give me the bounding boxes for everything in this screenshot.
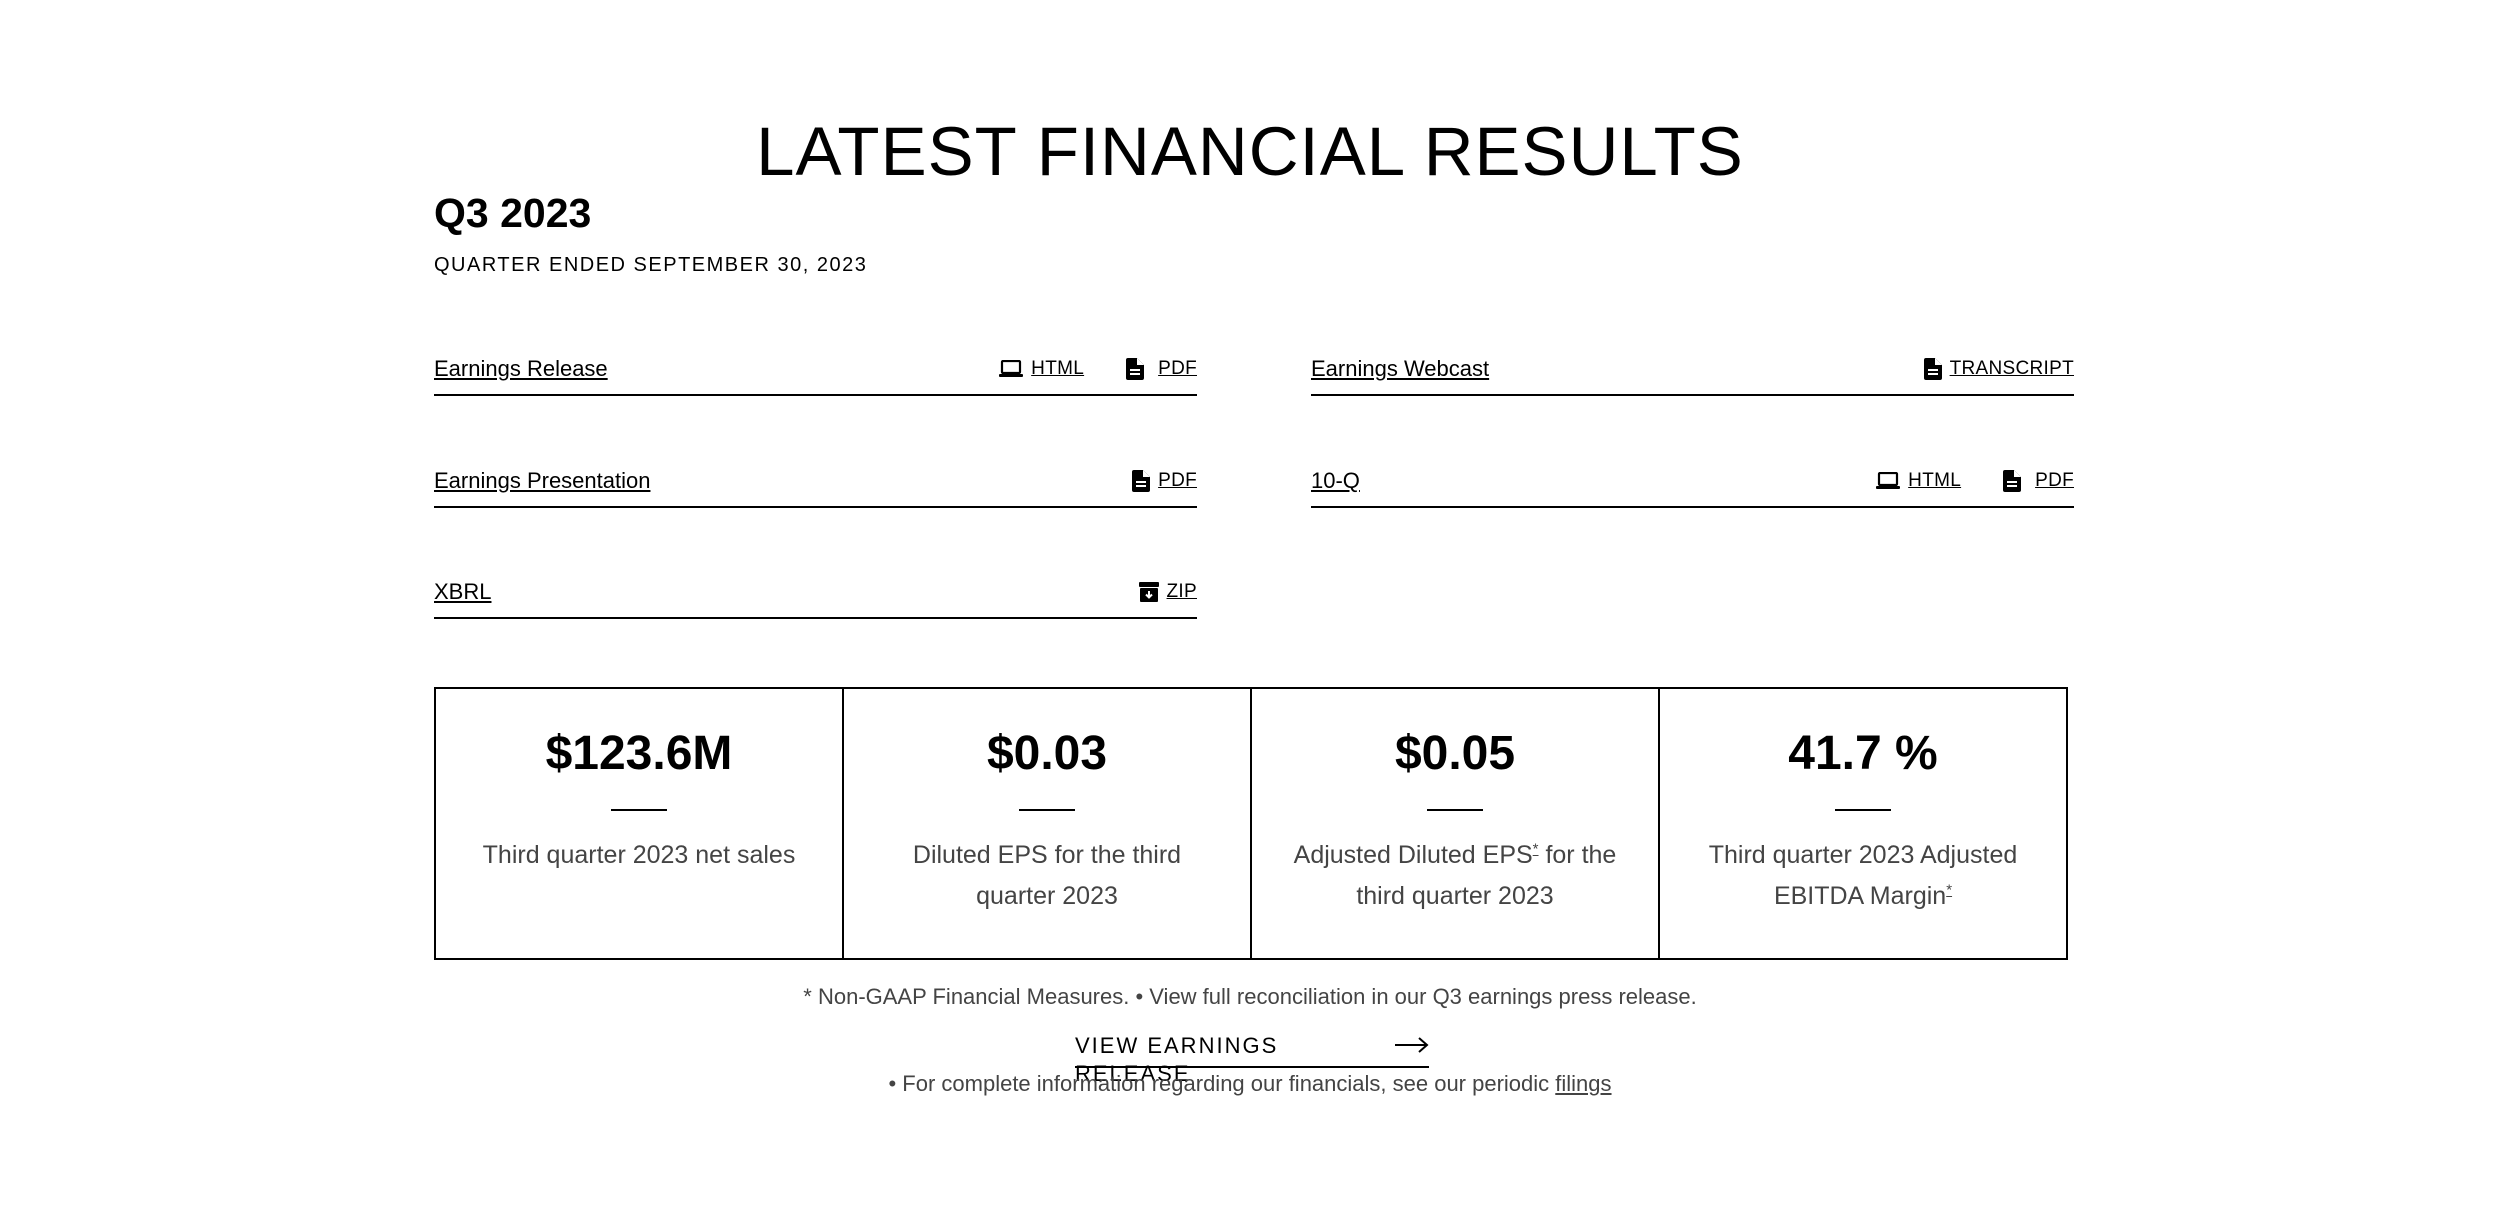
- financials-note: • For complete information regarding our…: [0, 1071, 2500, 1097]
- pdf-label: PDF: [1158, 470, 1197, 491]
- stat-value: $0.05: [1394, 727, 1516, 780]
- stat-description: Third quarter 2023 Adjusted EBITDA Margi…: [1700, 835, 2026, 917]
- archive-icon: [1138, 582, 1159, 602]
- stat-net-sales: $123.6M Third quarter 2023 net sales: [436, 689, 842, 958]
- stat-value: 41.7 %: [1788, 727, 1938, 780]
- document-row-earnings-release: Earnings Release HTML PDF: [434, 352, 1197, 396]
- 10q-html-link[interactable]: HTML: [1876, 470, 1961, 492]
- pdf-label: PDF: [2035, 470, 2074, 491]
- laptop-icon: [999, 360, 1024, 378]
- stat-description: Diluted EPS for the third quarter 2023: [912, 841, 1182, 910]
- document-row-xbrl: XBRL ZIP: [434, 575, 1197, 619]
- document-icon: [1132, 470, 1151, 492]
- document-links: HTML PDF: [999, 358, 1197, 380]
- quarter-subtitle: QUARTER ENDED SEPTEMBER 30, 2023: [434, 254, 868, 276]
- laptop-icon: [1876, 472, 1901, 490]
- stat-description: Adjusted Diluted EPS* for the third quar…: [1288, 835, 1622, 917]
- earnings-webcast-link[interactable]: Earnings Webcast: [1311, 356, 1489, 382]
- non-gaap-footnote: * Non-GAAP Financial Measures. • View fu…: [803, 984, 1697, 1009]
- non-gaap-asterisk-link[interactable]: *: [1946, 882, 1952, 899]
- document-links: HTML PDF: [1876, 470, 2074, 492]
- 10q-pdf-link[interactable]: PDF: [2003, 470, 2074, 492]
- document-icon: [1126, 358, 1145, 380]
- document-row-earnings-webcast: Earnings Webcast TRANSCRIPT: [1311, 352, 2074, 396]
- view-earnings-release-button[interactable]: VIEW EARNINGS RELEASE: [1075, 1032, 1429, 1086]
- stat-description: Third quarter 2023 net sales: [482, 841, 796, 869]
- document-links: TRANSCRIPT: [1923, 358, 2074, 380]
- stat-divider: [1835, 809, 1891, 811]
- stat-divider: [1427, 809, 1483, 811]
- stats-panel: $123.6M Third quarter 2023 net sales $0.…: [434, 687, 2068, 960]
- quarter-title: Q3 2023: [434, 190, 592, 236]
- document-row-10q: 10-Q HTML PDF: [1311, 464, 2074, 508]
- document-links: PDF: [1132, 470, 1197, 492]
- earnings-presentation-pdf-link[interactable]: PDF: [1132, 470, 1197, 492]
- xbrl-zip-link[interactable]: ZIP: [1138, 581, 1197, 603]
- transcript-label: TRANSCRIPT: [1949, 358, 2074, 379]
- stat-divider: [1019, 809, 1075, 811]
- earnings-release-link[interactable]: Earnings Release: [434, 356, 608, 382]
- stat-ebitda-margin: 41.7 % Third quarter 2023 Adjusted EBITD…: [1658, 689, 2066, 958]
- stat-adjusted-diluted-eps: $0.05 Adjusted Diluted EPS* for the thir…: [1250, 689, 1658, 958]
- stat-description-text: Adjusted Diluted EPS: [1293, 841, 1533, 869]
- xbrl-link[interactable]: XBRL: [434, 579, 491, 605]
- earnings-release-pdf-link[interactable]: PDF: [1126, 358, 1197, 380]
- zip-label: ZIP: [1166, 581, 1197, 602]
- document-row-earnings-presentation: Earnings Presentation PDF: [434, 464, 1197, 508]
- document-links: ZIP: [1138, 581, 1197, 603]
- document-icon: [1923, 358, 1942, 380]
- financials-note-text: • For complete information regarding our…: [888, 1071, 1556, 1096]
- 10q-link[interactable]: 10-Q: [1311, 468, 1360, 494]
- earnings-webcast-transcript-link[interactable]: TRANSCRIPT: [1923, 358, 2074, 380]
- earnings-presentation-link[interactable]: Earnings Presentation: [434, 468, 650, 494]
- stat-value: $123.6M: [545, 727, 733, 780]
- html-label: HTML: [1031, 358, 1085, 379]
- filings-link[interactable]: filings: [1555, 1071, 1611, 1096]
- arrow-right-icon: [1395, 1036, 1429, 1059]
- pdf-label: PDF: [1158, 358, 1197, 379]
- stat-description-text: Third quarter 2023 Adjusted EBITDA Margi…: [1708, 841, 2018, 910]
- document-icon: [2003, 470, 2022, 492]
- stat-diluted-eps: $0.03 Diluted EPS for the third quarter …: [842, 689, 1250, 958]
- stat-value: $0.03: [986, 727, 1108, 780]
- html-label: HTML: [1908, 470, 1962, 491]
- page-title: LATEST FINANCIAL RESULTS: [756, 113, 1744, 190]
- earnings-release-html-link[interactable]: HTML: [999, 358, 1084, 380]
- stat-divider: [611, 809, 667, 811]
